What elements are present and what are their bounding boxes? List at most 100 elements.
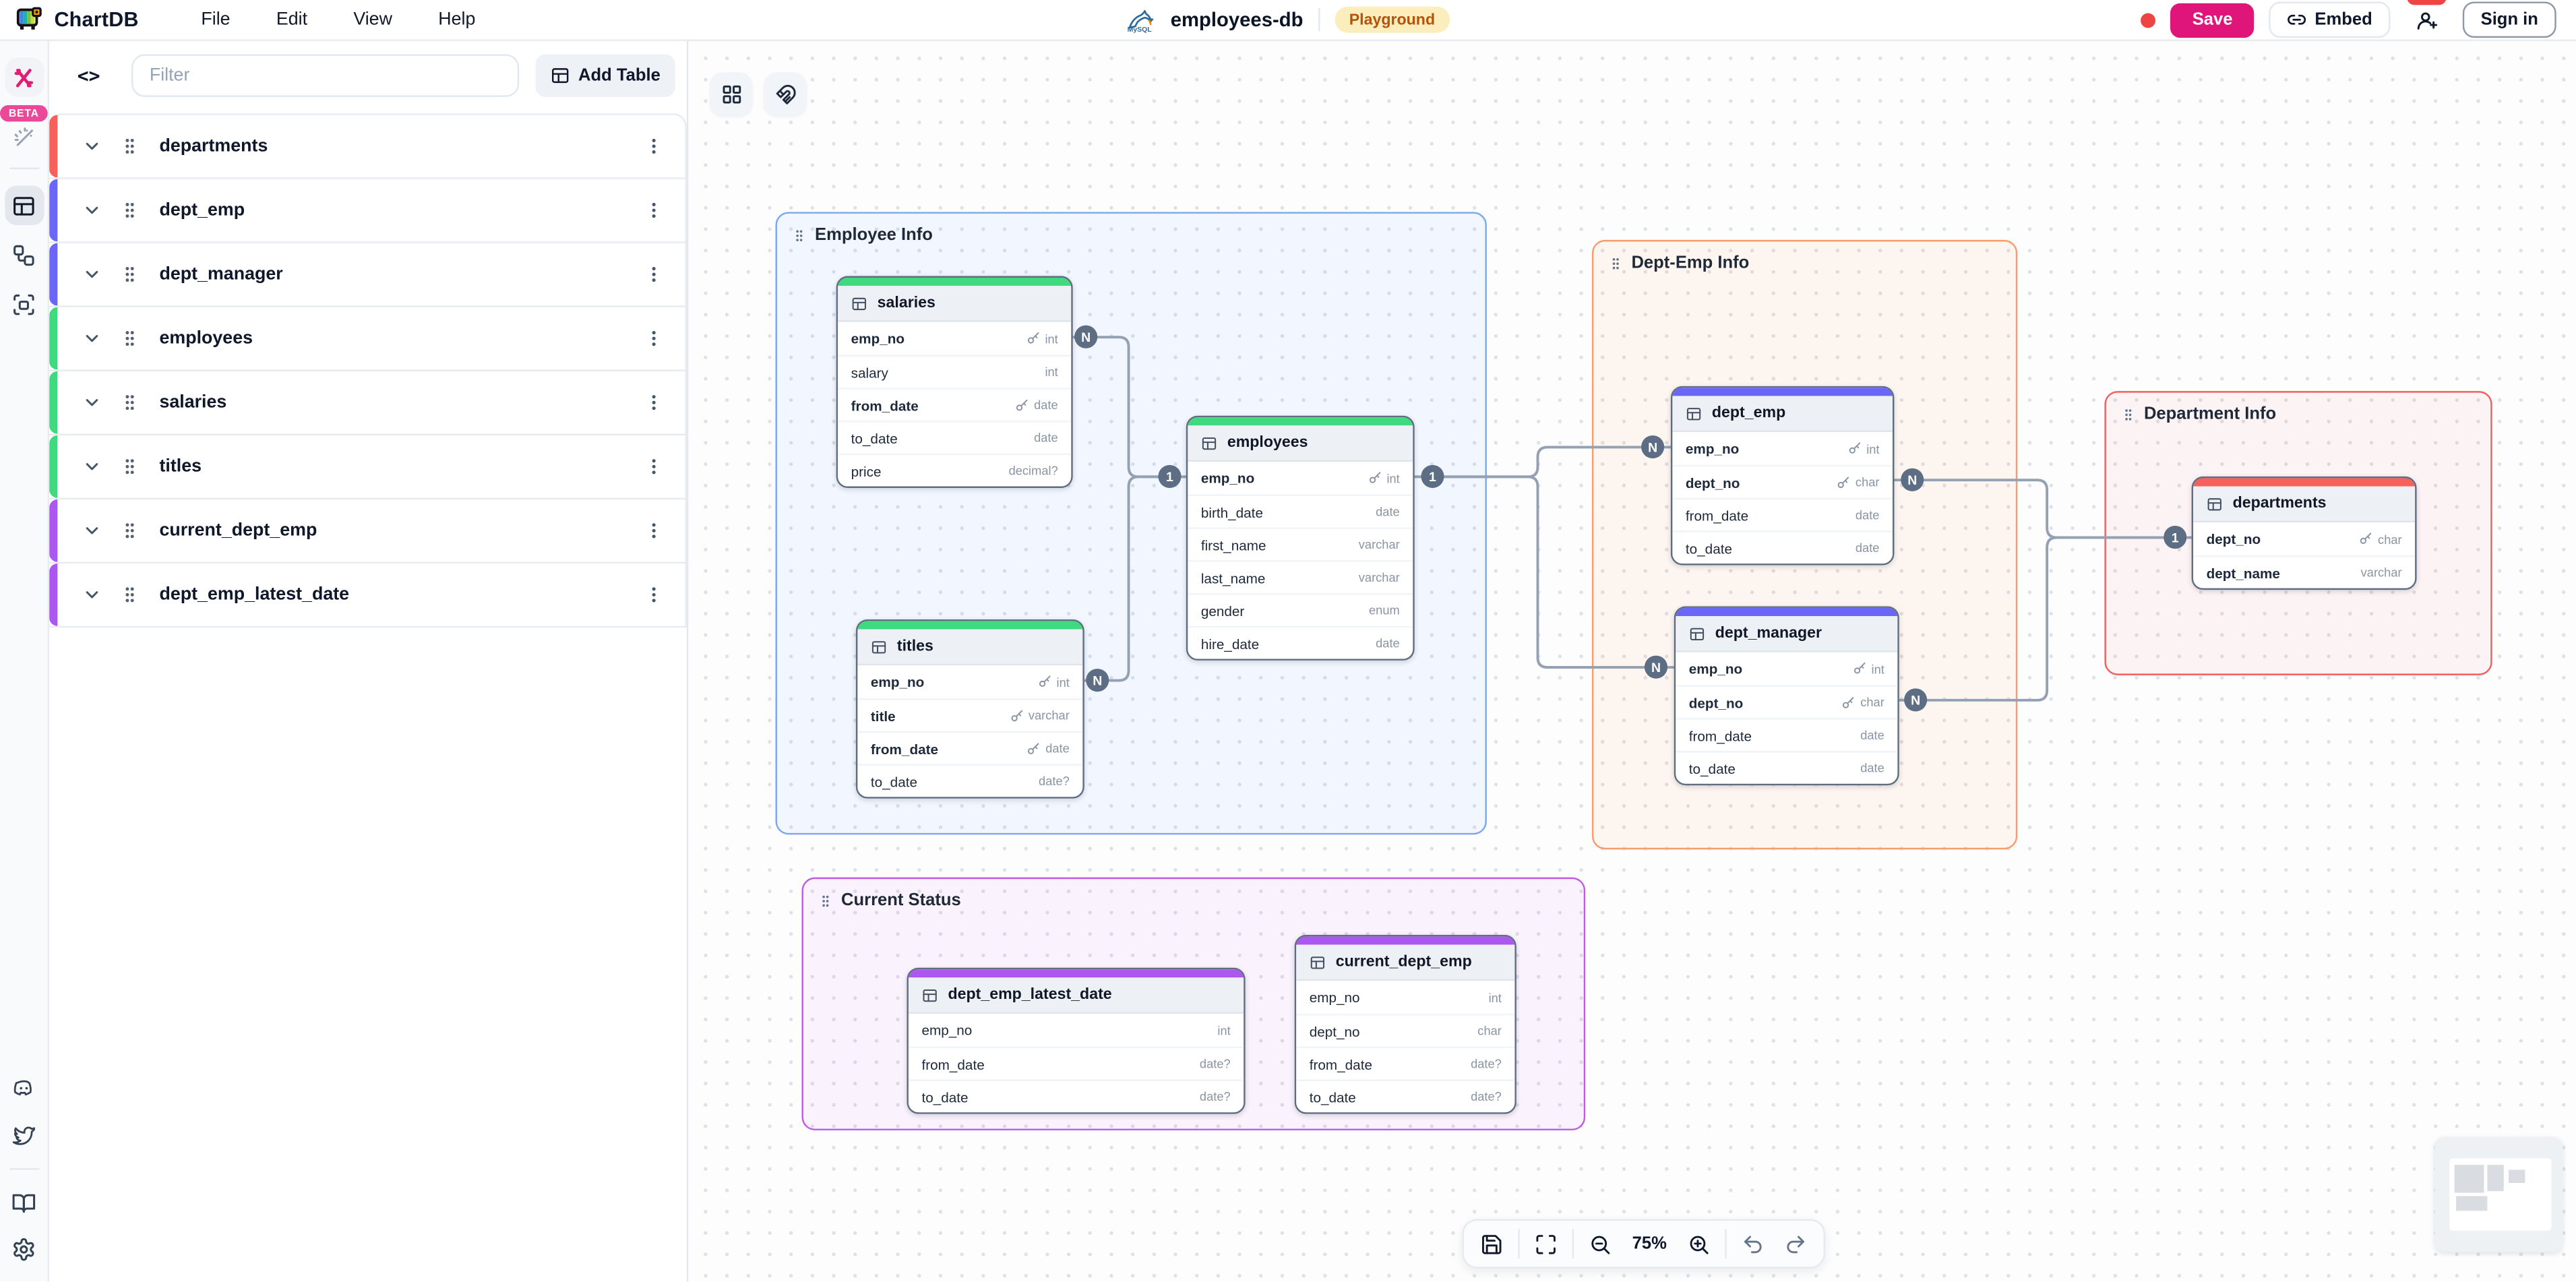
field-row[interactable]: emp_noint — [1188, 462, 1413, 495]
table-header[interactable]: dept_emp — [1672, 396, 1893, 432]
brand[interactable]: ChartDB — [16, 7, 138, 33]
chevron-down-icon[interactable] — [82, 457, 102, 477]
table-header[interactable]: titles — [857, 630, 1082, 666]
zoom-out-button[interactable] — [1578, 1223, 1621, 1265]
table-list-item-current-dept-emp[interactable]: current_dept_emp — [49, 498, 687, 564]
field-row[interactable]: pricedecimal? — [838, 454, 1071, 487]
invite-user-button[interactable]: NEW — [2405, 1, 2448, 38]
field-row[interactable]: from_datedate? — [909, 1047, 1244, 1080]
field-row[interactable]: dept_nochar — [1676, 685, 1897, 718]
code-view-toggle[interactable]: <> — [72, 64, 105, 87]
fit-view-button[interactable] — [1525, 1223, 1567, 1265]
table-list-item-titles[interactable]: titles — [49, 434, 687, 500]
undo-button[interactable] — [1731, 1223, 1774, 1265]
menu-file[interactable]: File — [178, 3, 253, 36]
layout-grid-button[interactable] — [710, 72, 752, 115]
menu-view[interactable]: View — [330, 3, 415, 36]
drag-handle-icon[interactable] — [120, 136, 140, 156]
field-row[interactable]: dept_nochar — [1296, 1014, 1514, 1047]
sidebar-tab-relationships[interactable] — [4, 235, 44, 275]
table-list-item-dept-manager[interactable]: dept_manager — [49, 241, 687, 307]
menu-help[interactable]: Help — [415, 3, 498, 36]
more-menu-icon[interactable] — [644, 393, 664, 413]
er-table-employees[interactable]: employees emp_noint birth_datedate first… — [1186, 416, 1415, 661]
field-row[interactable]: to_datedate? — [857, 764, 1082, 797]
more-menu-icon[interactable] — [644, 329, 664, 348]
chevron-down-icon[interactable] — [82, 393, 102, 413]
field-row[interactable]: dept_nochar — [1672, 465, 1893, 498]
table-header[interactable]: current_dept_emp — [1296, 945, 1514, 981]
field-row[interactable]: to_datedate — [838, 421, 1071, 454]
save-button[interactable]: Save — [2171, 3, 2254, 37]
diagram-canvas[interactable]: Employee Info Dept-Emp Info Department I… — [688, 41, 2576, 1282]
buckle-logo-button[interactable] — [4, 57, 44, 97]
chevron-down-icon[interactable] — [82, 136, 102, 156]
field-row[interactable]: to_datedate — [1672, 530, 1893, 563]
chevron-down-icon[interactable] — [82, 200, 102, 220]
zoom-level[interactable]: 75% — [1622, 1234, 1678, 1254]
field-row[interactable]: to_datedate? — [1296, 1079, 1514, 1112]
field-row[interactable]: salaryint — [838, 355, 1071, 388]
add-table-button[interactable]: Add Table — [536, 54, 675, 96]
field-row[interactable]: last_namevarchar — [1188, 560, 1413, 593]
more-menu-icon[interactable] — [644, 457, 664, 477]
zoom-in-button[interactable] — [1678, 1223, 1720, 1265]
table-header[interactable]: dept_emp_latest_date — [909, 977, 1244, 1014]
save-diagram-button[interactable] — [1471, 1223, 1513, 1265]
field-row[interactable]: emp_noint — [857, 665, 1082, 698]
er-table-dept-emp-latest-date[interactable]: dept_emp_latest_date emp_noint from_date… — [907, 968, 1246, 1114]
table-list-item-salaries[interactable]: salaries — [49, 369, 687, 435]
table-header[interactable]: employees — [1188, 425, 1413, 462]
table-header[interactable]: salaries — [838, 286, 1071, 322]
field-row[interactable]: birth_datedate — [1188, 495, 1413, 528]
settings-gear-icon[interactable] — [11, 1238, 36, 1262]
discord-icon[interactable] — [11, 1077, 36, 1102]
drag-handle-icon[interactable] — [120, 585, 140, 605]
magic-wand-icon[interactable] — [11, 127, 36, 152]
table-list-item-dept-emp-latest-date[interactable]: dept_emp_latest_date — [49, 562, 687, 628]
table-header[interactable]: dept_manager — [1676, 616, 1897, 652]
drag-handle-icon[interactable] — [120, 521, 140, 541]
field-row[interactable]: to_datedate — [1676, 751, 1897, 784]
field-row[interactable]: dept_namevarchar — [2193, 555, 2415, 588]
field-row[interactable]: from_datedate — [857, 731, 1082, 764]
more-menu-icon[interactable] — [644, 521, 664, 541]
more-menu-icon[interactable] — [644, 264, 664, 284]
drag-handle-icon[interactable] — [120, 329, 140, 348]
field-row[interactable]: from_datedate — [1672, 498, 1893, 531]
menu-edit[interactable]: Edit — [253, 3, 330, 36]
chevron-down-icon[interactable] — [82, 521, 102, 541]
field-row[interactable]: dept_nochar — [2193, 522, 2415, 555]
sidebar-tab-areas[interactable] — [4, 284, 44, 324]
chevron-down-icon[interactable] — [82, 329, 102, 348]
drag-handle-icon[interactable] — [120, 457, 140, 477]
table-header[interactable]: departments — [2193, 487, 2415, 523]
er-table-departments[interactable]: departments dept_nochar dept_namevarchar — [2192, 477, 2417, 590]
docs-book-icon[interactable] — [11, 1192, 36, 1217]
field-row[interactable]: emp_noint — [1296, 981, 1514, 1014]
field-row[interactable]: from_datedate? — [1296, 1047, 1514, 1080]
field-row[interactable]: hire_datedate — [1188, 626, 1413, 659]
field-row[interactable]: genderenum — [1188, 593, 1413, 626]
field-row[interactable]: from_datedate — [1676, 718, 1897, 751]
more-menu-icon[interactable] — [644, 136, 664, 156]
field-row[interactable]: first_namevarchar — [1188, 527, 1413, 560]
sign-in-button[interactable]: Sign in — [2463, 1, 2556, 38]
field-row[interactable]: emp_noint — [838, 322, 1071, 355]
er-table-dept-emp[interactable]: dept_emp emp_noint dept_nochar from_date… — [1671, 386, 1895, 566]
field-row[interactable]: emp_noint — [909, 1014, 1244, 1047]
snap-magnet-button[interactable] — [764, 72, 806, 115]
field-row[interactable]: to_datedate? — [909, 1079, 1244, 1112]
drag-handle-icon[interactable] — [120, 200, 140, 220]
er-table-salaries[interactable]: salaries emp_noint salaryint from_dateda… — [836, 276, 1073, 488]
redo-button[interactable] — [1775, 1223, 1817, 1265]
minimap[interactable] — [2434, 1137, 2563, 1252]
more-menu-icon[interactable] — [644, 585, 664, 605]
twitter-icon[interactable] — [11, 1123, 36, 1148]
embed-button[interactable]: Embed — [2269, 1, 2390, 38]
sidebar-tab-tables[interactable] — [4, 185, 44, 225]
chevron-down-icon[interactable] — [82, 585, 102, 605]
field-row[interactable]: emp_noint — [1676, 652, 1897, 685]
er-table-dept-manager[interactable]: dept_manager emp_noint dept_nochar from_… — [1674, 606, 1899, 785]
er-table-titles[interactable]: titles emp_noint titlevarchar from_dated… — [856, 619, 1084, 799]
